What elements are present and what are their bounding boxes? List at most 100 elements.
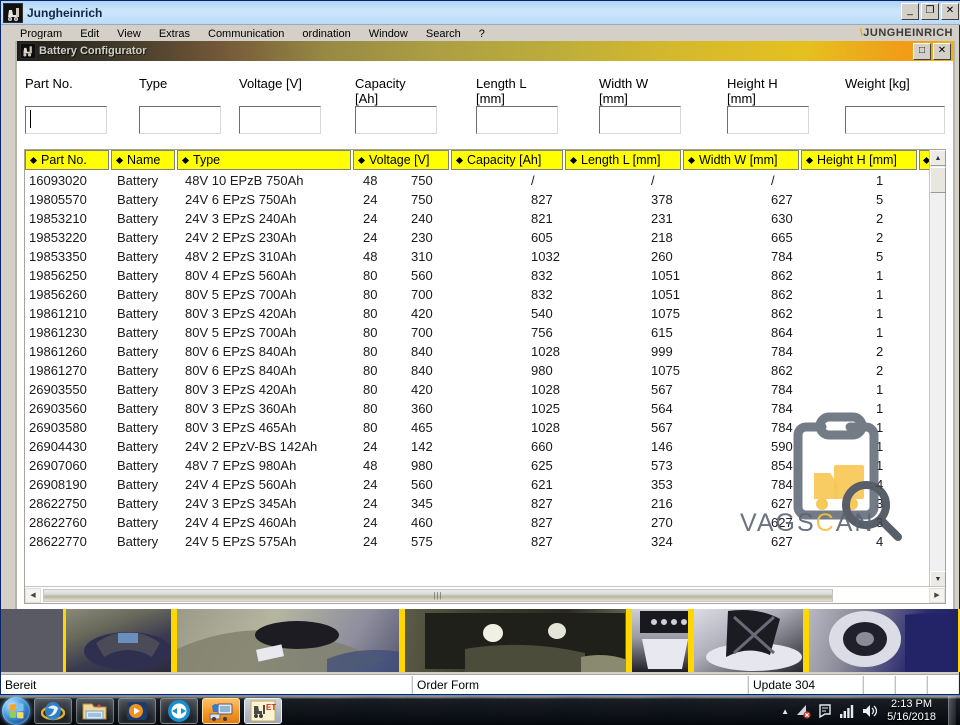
part-no-input[interactable] <box>25 106 107 134</box>
height-input[interactable] <box>727 106 809 134</box>
grid-vertical-scrollbar[interactable]: ▲ ▼ <box>929 150 946 587</box>
capacity-input[interactable] <box>355 106 437 134</box>
menu-item-help[interactable]: ? <box>470 26 494 39</box>
table-row[interactable]: 26903550 Battery 80V 3 EPzS 420Ah 80 420 1028… <box>25 380 929 399</box>
taskbar-item-windows-explorer[interactable] <box>76 697 114 724</box>
maximize-button[interactable]: ❐ <box>921 3 939 20</box>
grid-horizontal-scrollbar[interactable]: ◀ ||| ▶ <box>25 586 945 603</box>
internet-explorer-icon <box>41 701 65 720</box>
taskbar-item-et-forklift-app[interactable]: ET <box>244 697 282 724</box>
speaker-icon[interactable] <box>861 703 878 719</box>
table-cell: 80 <box>363 363 378 378</box>
table-cell: 784 <box>771 249 793 264</box>
menu-item-communication[interactable]: Communication <box>199 26 293 39</box>
menu-item-extras[interactable]: Extras <box>150 26 199 39</box>
width-input[interactable] <box>599 106 681 134</box>
table-row[interactable]: 19856260 Battery 80V 5 EPzS 700Ah 80 700 832 1… <box>25 285 929 304</box>
menu-item-search[interactable]: Search <box>417 26 470 39</box>
clock[interactable]: 2:13 PM 5/16/2018 <box>883 698 940 724</box>
flag-icon[interactable] <box>817 703 833 719</box>
table-cell: 832 <box>531 268 553 283</box>
minimize-button[interactable]: _ <box>901 3 919 20</box>
photo-thumbnail[interactable] <box>401 609 629 672</box>
table-row[interactable]: 26904430 Battery 24V 2 EPzV-BS 142Ah 24 142 6… <box>25 437 929 456</box>
table-cell: 1028 <box>531 344 560 359</box>
taskbar-item-media-player[interactable] <box>118 697 156 724</box>
photo-thumbnail[interactable] <box>63 609 175 672</box>
column-header-length[interactable]: Length L [mm] <box>565 150 681 170</box>
table-row[interactable]: 19856250 Battery 80V 4 EPzS 560Ah 80 560 832 1… <box>25 266 929 285</box>
column-header-capacity[interactable]: Capacity [Ah] <box>451 150 563 170</box>
photo-thumbnail[interactable] <box>174 609 402 672</box>
scroll-left-button[interactable]: ◀ <box>25 587 41 603</box>
sort-diamond-icon <box>29 156 38 164</box>
table-cell: 3 <box>876 515 884 530</box>
table-row[interactable]: 26903560 Battery 80V 3 EPzS 360Ah 80 360 1025… <box>25 399 929 418</box>
application-window-controls: _ ❐ ✕ <box>901 3 959 20</box>
menu-item-view[interactable]: View <box>108 26 150 39</box>
strip-padding-left <box>1 609 63 672</box>
taskbar-item-internet-explorer[interactable] <box>34 697 72 724</box>
table-row[interactable]: 26907060 Battery 48V 7 EPzS 980Ah 48 980 625 5… <box>25 456 929 475</box>
table-row[interactable]: 19853210 Battery 24V 3 EPzS 240Ah 24 240 821 2… <box>25 209 929 228</box>
table-row[interactable]: 26903580 Battery 80V 3 EPzS 465Ah 80 465 1028… <box>25 418 929 437</box>
scroll-down-button[interactable]: ▼ <box>930 571 946 587</box>
table-row[interactable]: 19805570 Battery 24V 6 EPzS 750Ah 24 750 827 3… <box>25 190 929 209</box>
column-header-width[interactable]: Width W [mm] <box>683 150 799 170</box>
horizontal-scroll-track[interactable]: ||| <box>41 587 929 603</box>
start-orb-icon[interactable] <box>2 696 30 725</box>
column-header-part-no[interactable]: Part No. <box>25 150 109 170</box>
vehicle-photo-strip <box>1 609 960 672</box>
battery-configurator-titlebar[interactable]: Battery Configurator □ ✕ <box>17 41 953 61</box>
taskbar-item-jungheinrich-app[interactable] <box>202 697 240 724</box>
voltage-input[interactable] <box>239 106 321 134</box>
taskbar-item-teamviewer[interactable] <box>160 697 198 724</box>
vertical-scroll-thumb[interactable] <box>930 167 946 193</box>
table-cell: Battery <box>117 439 159 454</box>
horizontal-scroll-thumb[interactable]: ||| <box>43 588 833 602</box>
scroll-up-button[interactable]: ▲ <box>930 150 946 166</box>
photo-thumbnail[interactable] <box>628 609 691 672</box>
table-cell: Battery <box>117 306 159 321</box>
field-voltage: Voltage [V] <box>239 76 321 134</box>
photo-thumbnail[interactable] <box>690 609 806 672</box>
table-cell: Battery <box>117 325 159 340</box>
network-error-icon[interactable] <box>795 703 811 719</box>
table-row[interactable]: 19861230 Battery 80V 5 EPzS 700Ah 80 700 756 6… <box>25 323 929 342</box>
show-desktop-button[interactable] <box>948 696 956 725</box>
table-row[interactable]: 26908190 Battery 24V 4 EPzS 560Ah 24 560 621 3… <box>25 475 929 494</box>
menu-item-ordination[interactable]: ordination <box>293 26 359 39</box>
table-row[interactable]: 19861260 Battery 80V 6 EPzS 840Ah 80 840 1028… <box>25 342 929 361</box>
column-header-height[interactable]: Height H [mm] <box>801 150 917 170</box>
photo-thumbnail[interactable] <box>805 609 960 672</box>
table-row[interactable]: 16093020 Battery 48V 10 EPzB 750Ah 48 750 / / /… <box>25 171 929 190</box>
type-input[interactable] <box>139 106 221 134</box>
restore-button[interactable]: □ <box>913 43 931 60</box>
field-type: Type <box>139 76 221 134</box>
field-label-part-no: Part No. <box>25 76 73 91</box>
column-header-name[interactable]: Name <box>111 150 175 170</box>
table-cell: 567 <box>651 382 673 397</box>
close-button[interactable]: ✕ <box>941 3 959 20</box>
table-row[interactable]: 19861270 Battery 80V 6 EPzS 840Ah 80 840 980 1… <box>25 361 929 380</box>
signal-bars-icon[interactable] <box>839 703 855 719</box>
brand-logo: \JUNGHEINRICH <box>860 27 953 39</box>
column-header-voltage[interactable]: Voltage [V] <box>353 150 449 170</box>
menu-item-window[interactable]: Window <box>360 26 417 39</box>
table-cell: 827 <box>531 192 553 207</box>
scroll-right-button[interactable]: ▶ <box>929 587 945 603</box>
table-row[interactable]: 19853350 Battery 48V 2 EPzS 310Ah 48 310 1032… <box>25 247 929 266</box>
table-cell: 840 <box>411 363 433 378</box>
weight-input[interactable] <box>845 106 945 134</box>
column-header-type[interactable]: Type <box>177 150 351 170</box>
application-titlebar[interactable]: Jungheinrich _ ❐ ✕ <box>1 1 960 25</box>
table-cell: 1075 <box>651 363 680 378</box>
menu-item-edit[interactable]: Edit <box>71 26 108 39</box>
length-input[interactable] <box>476 106 558 134</box>
table-row[interactable]: 19861210 Battery 80V 3 EPzS 420Ah 80 420 540 1… <box>25 304 929 323</box>
menu-item-program[interactable]: Program <box>11 26 71 39</box>
table-cell: Battery <box>117 420 159 435</box>
table-row[interactable]: 19853220 Battery 24V 2 EPzS 230Ah 24 230 605 2… <box>25 228 929 247</box>
show-hidden-icons-button[interactable]: ▲ <box>781 707 789 716</box>
close-button[interactable]: ✕ <box>933 43 951 60</box>
